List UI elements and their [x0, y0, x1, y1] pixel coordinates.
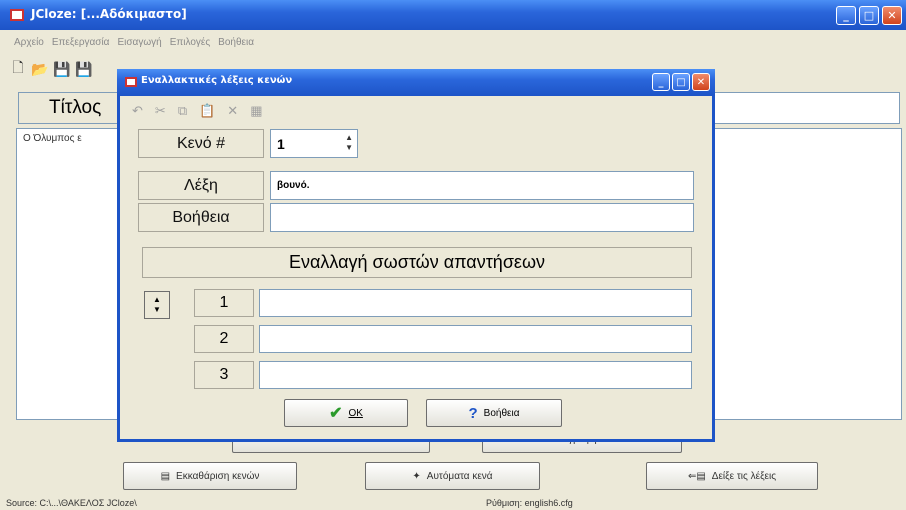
open-folder-icon[interactable]: 📂 [31, 61, 48, 77]
dialog-app-icon [125, 77, 137, 87]
ok-button-label: OK [348, 407, 363, 419]
alternative-number-1: 1 [194, 289, 254, 317]
minimize-icon[interactable]: _ [836, 6, 856, 25]
alternative-words-dialog: Εναλλακτικές λέξεις κενών _ □ ✕ ↶ ✂ ⧉ 📋 … [117, 69, 715, 442]
gap-number-spinner[interactable]: 1 ▲ ▼ [270, 129, 358, 158]
paste-icon[interactable]: 📋 [199, 103, 215, 119]
arrow-down-icon: ▼ [153, 305, 161, 314]
menu-edit[interactable]: Επεξεργασία [52, 37, 110, 48]
dialog-title: Εναλλακτικές λέξεις κενών [141, 75, 293, 86]
word-input[interactable]: βουνό. [270, 171, 694, 200]
app-icon [10, 9, 24, 21]
dialog-titlebar: Εναλλακτικές λέξεις κενών _ □ ✕ [117, 69, 715, 96]
maximize-icon[interactable]: □ [859, 6, 879, 25]
menu-insert[interactable]: Εισαγωγή [117, 37, 161, 48]
dialog-toolbar: ↶ ✂ ⧉ 📋 ✕ ▦ [132, 101, 263, 121]
spin-up-icon[interactable]: ▲ [345, 133, 353, 143]
magic-wand-icon: ✦ [412, 470, 421, 482]
checkmark-icon: ✔ [329, 405, 343, 422]
title-input[interactable] [700, 92, 900, 124]
menu-options[interactable]: Επιλογές [170, 37, 210, 48]
spin-down-icon[interactable]: ▼ [345, 143, 353, 153]
alternative-input-2[interactable] [259, 325, 692, 353]
show-words-button[interactable]: ⇐▤ Δείξε τις λέξεις [646, 462, 818, 490]
clear-gaps-button-label: Εκκαθάριση κενών [176, 470, 260, 482]
status-settings: Ρύθμιση: english6.cfg [486, 498, 573, 508]
dialog-minimize-icon[interactable]: _ [652, 73, 670, 91]
list-arrow-icon: ⇐▤ [687, 470, 706, 482]
swap-answers-button[interactable]: ▲ ▼ [144, 291, 170, 319]
undo-icon[interactable]: ↶ [132, 103, 143, 119]
exercise-text: Ο Όλυμπος ε [23, 133, 82, 144]
cut-icon[interactable]: ✂ [155, 103, 166, 119]
delete-icon[interactable]: ✕ [227, 103, 238, 119]
ok-button[interactable]: ✔ OK [284, 399, 408, 427]
save-icon[interactable]: 💾 [53, 61, 70, 77]
statusbar: Source: C:\...\ΘΑΚΕΛΟΣ JCloze\ Ρύθμιση: … [0, 496, 906, 510]
word-value: βουνό. [277, 180, 310, 191]
copy-icon[interactable]: ⧉ [178, 103, 187, 119]
alternative-input-3[interactable] [259, 361, 692, 389]
show-words-button-label: Δείξε τις λέξεις [711, 470, 777, 482]
gap-number-label: Κενό # [138, 129, 264, 158]
main-window-title: JCloze: [...Αδόκιμαστο] [31, 7, 187, 21]
alternative-input-1[interactable] [259, 289, 692, 317]
help-button-label: Βοήθεια [483, 407, 520, 419]
menubar: Αρχείο Επεξεργασία Εισαγωγή Επιλογές Βοή… [0, 30, 906, 54]
word-label: Λέξη [138, 171, 264, 200]
hint-input[interactable] [270, 203, 694, 232]
arrow-up-icon: ▲ [153, 295, 161, 304]
menu-help[interactable]: Βοήθεια [218, 37, 254, 48]
gap-number-value: 1 [277, 135, 285, 152]
title-label: Τίτλος [18, 92, 118, 124]
save-as-icon[interactable]: 💾 [75, 61, 92, 77]
hint-label: Βοήθεια [138, 203, 264, 232]
dialog-maximize-icon[interactable]: □ [672, 73, 690, 91]
alternative-number-2: 2 [194, 325, 254, 353]
close-icon[interactable]: ✕ [882, 6, 902, 25]
dialog-close-icon[interactable]: ✕ [692, 73, 710, 91]
status-source: Source: C:\...\ΘΑΚΕΛΟΣ JCloze\ [6, 498, 137, 508]
alternatives-header: Εναλλαγή σωστών απαντήσεων [142, 247, 692, 278]
alternative-number-3: 3 [194, 361, 254, 389]
auto-gaps-button[interactable]: ✦ Αυτόματα κενά [365, 462, 540, 490]
clear-gaps-button[interactable]: ▤ Εκκαθάριση κενών [123, 462, 297, 490]
main-titlebar: JCloze: [...Αδόκιμαστο] _ □ ✕ [0, 0, 906, 30]
question-icon: ? [468, 404, 478, 422]
auto-gaps-button-label: Αυτόματα κενά [426, 470, 493, 482]
grid-icon[interactable]: ▦ [250, 103, 262, 119]
new-file-icon[interactable]: 🗋 [10, 59, 26, 77]
menu-file[interactable]: Αρχείο [14, 37, 44, 48]
help-button[interactable]: ? Βοήθεια [426, 399, 562, 427]
clear-list-icon: ▤ [160, 470, 171, 482]
